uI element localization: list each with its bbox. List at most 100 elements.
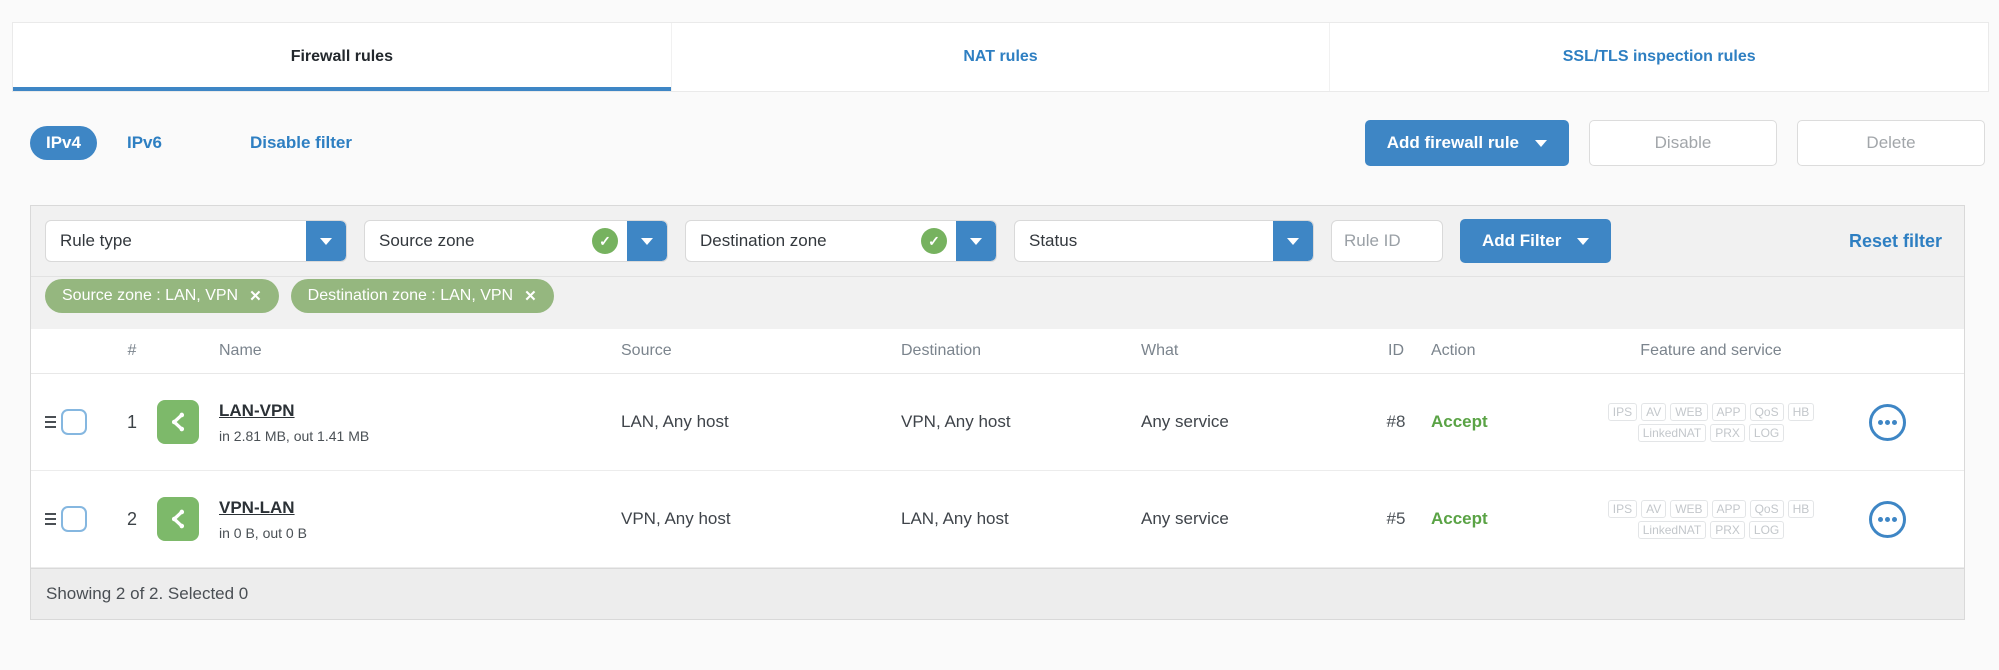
chevron-down-icon[interactable] xyxy=(1273,221,1313,261)
rules-tab-bar: Firewall rules NAT rules SSL/TLS inspect… xyxy=(12,22,1989,92)
chevron-down-icon xyxy=(1535,139,1547,147)
destination-zone-dropdown-label: Destination zone xyxy=(700,231,827,250)
add-filter-button[interactable]: Add Filter xyxy=(1460,219,1612,263)
tab-firewall-rules[interactable]: Firewall rules xyxy=(13,23,671,91)
reset-filter-link[interactable]: Reset filter xyxy=(1849,231,1950,252)
status-dropdown[interactable]: Status xyxy=(1014,220,1314,262)
rule-id: #8 xyxy=(1386,412,1406,431)
chevron-down-icon[interactable] xyxy=(627,221,667,261)
filter-applied-check-icon: ✓ xyxy=(921,228,947,254)
rule-action: Accept xyxy=(1431,412,1488,431)
col-source: Source xyxy=(621,342,672,359)
row-checkbox[interactable] xyxy=(61,409,87,435)
ipv6-toggle[interactable]: IPv6 xyxy=(127,133,162,153)
source-zone-dropdown-label: Source zone xyxy=(379,231,475,250)
rule-what: Any service xyxy=(1141,412,1229,431)
col-feature: Feature and service xyxy=(1640,342,1782,359)
drag-handle-icon[interactable] xyxy=(45,513,56,525)
rule-type-icon xyxy=(157,400,199,444)
rule-source: VPN, Any host xyxy=(621,509,731,528)
col-what: What xyxy=(1141,342,1179,359)
active-filter-chips: Source zone : LAN, VPN ✕ Destination zon… xyxy=(31,277,1964,329)
add-filter-label: Add Filter xyxy=(1482,231,1562,250)
rule-destination: VPN, Any host xyxy=(901,412,1011,431)
feature-badge: LOG xyxy=(1748,520,1785,539)
feature-badge: QoS xyxy=(1749,402,1784,421)
feature-badge: LinkedNAT xyxy=(1637,423,1707,442)
rule-traffic-stats: in 0 B, out 0 B xyxy=(219,524,307,541)
rule-traffic-stats: in 2.81 MB, out 1.41 MB xyxy=(219,427,370,444)
rule-name-link[interactable]: LAN-VPN xyxy=(219,401,295,421)
source-zone-dropdown[interactable]: Source zone ✓ xyxy=(364,220,668,262)
feature-badge: PRX xyxy=(1710,423,1745,442)
caret-glyph xyxy=(1287,237,1299,245)
feature-badge: WEB xyxy=(1670,402,1708,421)
remove-filter-icon[interactable]: ✕ xyxy=(524,289,537,304)
rule-id-input[interactable] xyxy=(1331,220,1443,262)
col-id: ID xyxy=(1388,342,1404,359)
destination-zone-filter-chip: Destination zone : LAN, VPN ✕ xyxy=(290,279,554,313)
feature-badge: HB xyxy=(1787,499,1815,518)
firewall-rule-row: 2 VPN-LAN in 0 B, out 0 B VPN, Any host … xyxy=(31,471,1964,568)
feature-badge: HB xyxy=(1787,402,1815,421)
disable-filter-link[interactable]: Disable filter xyxy=(250,133,352,153)
rule-type-dropdown[interactable]: Rule type xyxy=(45,220,347,262)
table-header: # Name Source Destination What ID Action… xyxy=(31,329,1964,374)
rule-type-icon xyxy=(157,497,199,541)
rule-order-number: 1 xyxy=(126,411,137,432)
rule-action: Accept xyxy=(1431,509,1488,528)
caret-glyph xyxy=(641,237,653,245)
filter-applied-check-icon: ✓ xyxy=(592,228,618,254)
col-name: Name xyxy=(219,342,262,359)
feature-badge: LinkedNAT xyxy=(1637,520,1707,539)
table-footer: Showing 2 of 2. Selected 0 xyxy=(31,568,1964,619)
feature-badge: AV xyxy=(1641,402,1667,421)
col-action: Action xyxy=(1431,342,1476,359)
filter-row: Rule type Source zone ✓ Destination zone… xyxy=(31,206,1964,277)
chevron-down-icon[interactable] xyxy=(956,221,996,261)
rule-destination: LAN, Any host xyxy=(901,509,1009,528)
feature-badges: IPS AV WEB APP QoS HB LinkedNAT PRX LOG xyxy=(1561,499,1861,539)
remove-filter-icon[interactable]: ✕ xyxy=(249,289,262,304)
disable-button[interactable]: Disable xyxy=(1589,120,1777,166)
tab-nat-rules[interactable]: NAT rules xyxy=(670,23,1330,91)
footer-summary: Showing 2 of 2. Selected 0 xyxy=(46,584,249,603)
chevron-down-icon[interactable] xyxy=(306,221,346,261)
rule-name-link[interactable]: VPN-LAN xyxy=(219,498,295,518)
rule-source: LAN, Any host xyxy=(621,412,729,431)
caret-glyph xyxy=(970,237,982,245)
feature-badge: QoS xyxy=(1749,499,1784,518)
col-number: # xyxy=(127,342,137,359)
delete-button[interactable]: Delete xyxy=(1797,120,1985,166)
feature-badge: APP xyxy=(1711,402,1746,421)
chip-label: Source zone : LAN, VPN xyxy=(62,287,239,304)
chevron-down-icon xyxy=(1577,237,1590,245)
toolbar: IPv4 IPv6 Disable filter Add firewall ru… xyxy=(30,120,1985,166)
feature-badge: IPS xyxy=(1607,499,1638,518)
drag-handle-icon[interactable] xyxy=(45,416,56,428)
feature-badge: PRX xyxy=(1710,520,1745,539)
rule-id: #5 xyxy=(1386,509,1406,528)
add-firewall-rule-button[interactable]: Add firewall rule xyxy=(1364,120,1569,166)
row-checkbox[interactable] xyxy=(61,506,87,532)
feature-badge: IPS xyxy=(1607,402,1638,421)
feature-badge: WEB xyxy=(1670,499,1708,518)
add-firewall-rule-label: Add firewall rule xyxy=(1386,133,1519,152)
ipv4-toggle[interactable]: IPv4 xyxy=(30,126,97,160)
feature-badges: IPS AV WEB APP QoS HB LinkedNAT PRX LOG xyxy=(1561,402,1861,442)
rule-order-number: 2 xyxy=(126,508,137,529)
feature-badge: APP xyxy=(1711,499,1746,518)
chip-label: Destination zone : LAN, VPN xyxy=(307,287,514,304)
row-menu-ellipsis-icon[interactable] xyxy=(1869,500,1906,538)
feature-badge: AV xyxy=(1641,499,1667,518)
table-body: 1 LAN-VPN in 2.81 MB, out 1.41 MB LAN, A… xyxy=(31,374,1964,568)
caret-glyph xyxy=(320,237,332,245)
col-destination: Destination xyxy=(901,342,982,359)
status-dropdown-label: Status xyxy=(1029,231,1078,250)
destination-zone-dropdown[interactable]: Destination zone ✓ xyxy=(685,220,997,262)
tab-ssl-tls-inspection-rules[interactable]: SSL/TLS inspection rules xyxy=(1329,23,1988,91)
source-zone-filter-chip: Source zone : LAN, VPN ✕ xyxy=(45,279,279,313)
row-menu-ellipsis-icon[interactable] xyxy=(1869,403,1906,441)
firewall-rules-card: Rule type Source zone ✓ Destination zone… xyxy=(30,205,1965,620)
firewall-rule-row: 1 LAN-VPN in 2.81 MB, out 1.41 MB LAN, A… xyxy=(31,374,1964,471)
